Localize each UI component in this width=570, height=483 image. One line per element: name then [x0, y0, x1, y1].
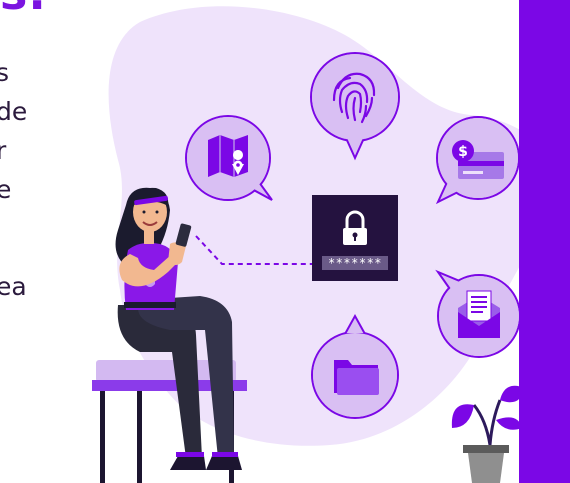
accent-sidebar-bar [519, 0, 570, 483]
password-panel: ******* [312, 195, 398, 281]
map-pin-icon [208, 135, 248, 177]
svg-text:$: $ [458, 144, 468, 160]
map-bubble [185, 115, 273, 201]
folder-icon [334, 360, 379, 395]
plant-icon [451, 385, 525, 483]
illustration: $ ******* [92, 6, 553, 483]
password-mask: ******* [328, 256, 382, 270]
